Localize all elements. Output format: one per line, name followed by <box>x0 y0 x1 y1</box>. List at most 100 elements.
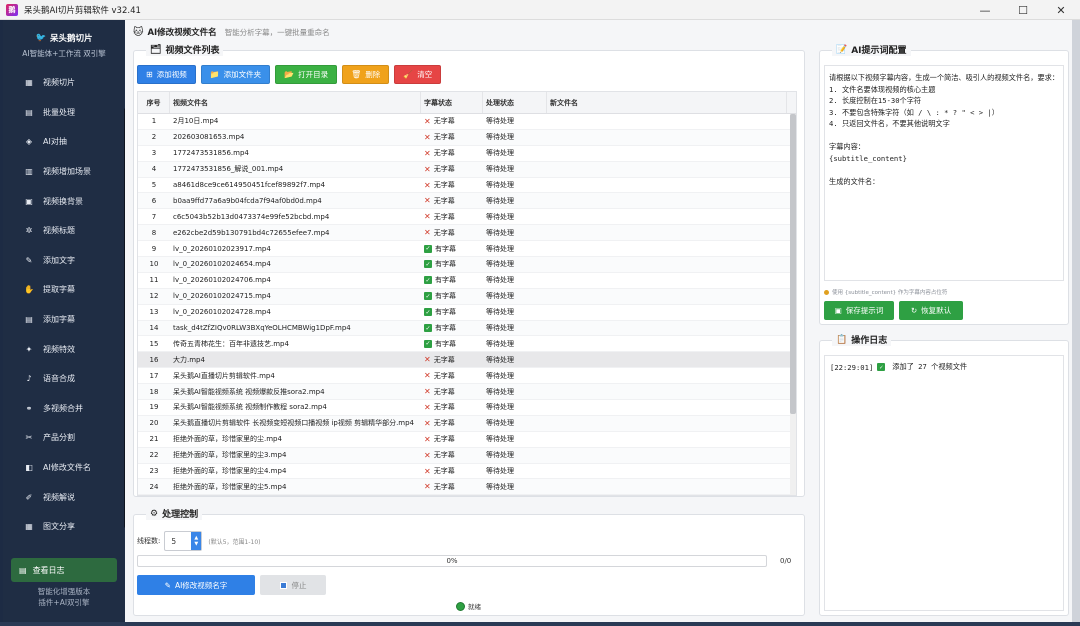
table-row[interactable]: 6 b0aa9ffd77a6a9b04fcda7f94af0bd0d.mp4 ✕ 无字… <box>138 193 796 210</box>
cross-icon: ✕ <box>424 402 431 412</box>
sidebar-item[interactable]: ♪ 语音合成 <box>3 364 125 394</box>
sidebar-item[interactable]: ▥ 视频增加场景 <box>3 157 125 187</box>
brand: 🐦 呆头鹅切片 AI智能体+工作流 双引擎 <box>3 20 125 62</box>
table-row[interactable]: 19 呆头鹅AI智能视频系统 视频制作教程 sora2.mp4 ✕ 无字幕 等待处理 <box>138 400 796 416</box>
add-folder-button[interactable]: 📁 添加文件夹 <box>200 65 271 84</box>
cross-icon: ✕ <box>424 387 431 397</box>
table-row[interactable]: 14 task_d4tZfZIQv0RLW3BXqYeOLHCMBWig1DpF.… <box>138 320 796 337</box>
delete-button[interactable]: 🗑 删除 <box>342 65 390 84</box>
table-row[interactable]: 1 2月10日.mp4 ✕ 无字幕 等待处理 <box>138 114 796 130</box>
maximize-icon[interactable]: ☐ <box>1004 0 1042 20</box>
sidebar-item[interactable]: ✐ 视频解说 <box>3 482 125 512</box>
close-icon[interactable]: ✕ <box>1042 0 1080 20</box>
table-row[interactable]: 22 拒绝外面的草，珍惜家里的尘3.mp4 ✕ 无字幕 等待处理 <box>138 447 796 464</box>
row-subtitle-status: ✕ 无字幕 <box>421 209 483 224</box>
row-process-status: 等待处理 <box>486 149 514 158</box>
open-directory-button[interactable]: 📂 打开目录 <box>275 65 338 84</box>
table-row[interactable]: 4 1772473531856_解说_001.mp4 ✕ 无字幕 等待处理 <box>138 161 796 178</box>
table-scrollbar-thumb[interactable] <box>790 114 796 414</box>
sidebar-item[interactable]: ✂ 产品分割 <box>3 423 125 453</box>
sidebar-item[interactable]: ▤ 添加字幕 <box>3 305 125 335</box>
row-process-status: 等待处理 <box>486 355 514 364</box>
table-row[interactable]: 3 1772473531856.mp4 ✕ 无字幕 等待处理 <box>138 146 796 162</box>
table-row[interactable]: 5 a8461d8ce9ce614950451fcef89892f7.mp4 ✕ 无字… <box>138 178 796 194</box>
table-row[interactable]: 15 传奇五青柿花生：百年非遗技艺.mp4 ✓ 有字幕 等待处理 <box>138 336 796 353</box>
hand-icon: ✋ <box>24 285 34 295</box>
col-filename[interactable]: 视频文件名 <box>170 92 421 113</box>
table-row[interactable]: 10 lv_0_20260102024654.mp4 ✓ 有字幕 等待处理 <box>138 257 796 273</box>
table-row[interactable]: 12 lv_0_20260102024715.mp4 ✓ 有字幕 等待处理 <box>138 288 796 305</box>
cross-icon: ✕ <box>424 418 431 428</box>
table-row[interactable]: 16 大力.mp4 ✕ 无字幕 等待处理 <box>138 352 796 369</box>
reset-default-button[interactable]: ↻ 恢复默认 <box>899 301 963 320</box>
row-index: 1 <box>151 117 157 126</box>
table-row[interactable]: 20 呆头鹅直播切片剪辑软件 长视频变短视频口播视频 ip视频 剪辑精华部分.mp… <box>138 415 796 432</box>
sidebar-item[interactable]: ✋ 提取字幕 <box>3 275 125 305</box>
row-filename: 拒绝外面的草，珍惜家里的尘.mp4 <box>173 435 282 444</box>
sidebar-item[interactable]: ▣ 视频换背景 <box>3 186 125 216</box>
taskbar-strip <box>0 622 1080 626</box>
stop-button[interactable]: 停止 <box>260 575 326 595</box>
row-subtitle-status: ✕ 无字幕 <box>421 448 483 463</box>
row-process-status: 等待处理 <box>486 387 514 396</box>
clear-button[interactable]: 🧹 清空 <box>394 65 442 84</box>
col-process-status[interactable]: 处理状态 <box>483 92 547 113</box>
save-prompt-button[interactable]: ▣ 保存提示词 <box>824 301 894 320</box>
sidebar-item[interactable]: ✦ 视频特效 <box>3 334 125 364</box>
view-log-button[interactable]: ▤ 查看日志 <box>11 558 117 582</box>
sidebar-item[interactable]: ◈ AI对抽 <box>3 127 125 157</box>
sidebar-item[interactable]: ✲ 视频标题 <box>3 216 125 246</box>
table-row[interactable]: 18 呆头鹅AI智能视频系统 视频爆款反推sora2.mp4 ✕ 无字幕 等待处理 <box>138 384 796 401</box>
table-row[interactable]: 23 拒绝外面的草，珍惜家里的尘4.mp4 ✕ 无字幕 等待处理 <box>138 464 796 480</box>
table-row[interactable]: 9 lv_0_20260102023917.mp4 ✓ 有字幕 等待处理 <box>138 241 796 258</box>
minimize-icon[interactable]: — <box>966 0 1004 20</box>
sidebar-item[interactable]: ⚭ 多视频合并 <box>3 394 125 424</box>
add-video-button[interactable]: ⊞ 添加视频 <box>137 65 196 84</box>
sidebar-item[interactable]: ▤ 批量处理 <box>3 98 125 128</box>
sidebar-footer: 智能化增强版本 插件+AI双引擎 <box>3 586 125 608</box>
table-row[interactable]: 24 拒绝外面的草，珍惜家里的尘5.mp4 ✕ 无字幕 等待处理 <box>138 479 796 495</box>
status-indicator: 就绪 <box>456 601 481 611</box>
row-subtitle-status: ✕ 无字幕 <box>421 464 483 479</box>
sidebar-item[interactable]: ◧ AI修改文件名 <box>3 453 125 483</box>
row-process-status: 等待处理 <box>486 324 514 333</box>
table-row[interactable]: 21 拒绝外面的草，珍惜家里的尘.mp4 ✕ 无字幕 等待处理 <box>138 432 796 448</box>
scene-icon: ▥ <box>25 167 33 177</box>
table-row[interactable]: 7 c6c5043b52b13d0473374e99fe52bcbd.mp4 ✕ 无字… <box>138 209 796 226</box>
table-row[interactable]: 13 lv_0_20260102024728.mp4 ✓ 有字幕 等待处理 <box>138 305 796 321</box>
subtitle-status-text: 无字幕 <box>433 419 455 428</box>
row-filename: 传奇五青柿花生：百年非遗技艺.mp4 <box>173 339 289 348</box>
col-subtitle-status[interactable]: 字幕状态 <box>421 92 483 113</box>
ai-rename-button[interactable]: ✎ AI修改视频名字 <box>137 575 255 595</box>
sidebar-item[interactable]: ▦ 视频切片 <box>3 68 125 98</box>
row-new-filename <box>547 321 787 336</box>
memo-icon: 📝 <box>836 44 848 55</box>
log-icon: ▤ <box>19 565 27 575</box>
sidebar-item-label: 视频解说 <box>43 492 75 502</box>
col-index[interactable]: 序号 <box>138 92 170 113</box>
row-new-filename <box>547 352 787 367</box>
table-row[interactable]: 2 202603081653.mp4 ✕ 无字幕 等待处理 <box>138 129 796 146</box>
sidebar-item[interactable]: ▦ 图文分享 <box>3 512 125 542</box>
subtitle-status-text: 无字幕 <box>433 371 455 380</box>
col-new-filename[interactable]: 新文件名 <box>547 92 787 113</box>
sidebar: 🐦 呆头鹅切片 AI智能体+工作流 双引擎 ▦ 视频切片 ▤ 批量处理 ◈ AI对抽 ▥ 视频… <box>3 20 128 622</box>
row-process-status: 等待处理 <box>486 244 514 253</box>
threads-stepper[interactable]: 5 ▲ ▼ <box>164 531 203 551</box>
row-filename: 大力.mp4 <box>173 355 205 364</box>
row-filename: lv_0_20260102023917.mp4 <box>173 244 271 253</box>
sidebar-item[interactable]: ✎ 添加文字 <box>3 246 125 276</box>
stepper-arrows-icon[interactable]: ▲ ▼ <box>191 532 202 550</box>
subtitle-status-text: 无字幕 <box>433 387 455 396</box>
table-row[interactable]: 8 e262cbe2d59b130791bd4c72655efee7.mp4 ✕ 无字… <box>138 225 796 242</box>
table-row[interactable]: 11 lv_0_20260102024706.mp4 ✓ 有字幕 等待处理 <box>138 273 796 289</box>
row-process-status: 等待处理 <box>486 196 514 205</box>
row-subtitle-status: ✕ 无字幕 <box>421 368 483 383</box>
table-row[interactable]: 17 呆头鹅AI直播切片剪辑软件.mp4 ✕ 无字幕 等待处理 <box>138 368 796 385</box>
row-subtitle-status: ✕ 无字幕 <box>421 178 483 193</box>
prompt-textarea[interactable]: 请根据以下视频字幕内容，生成一个简洁、吸引人的视频文件名，要求： 1. 文件名要… <box>824 65 1064 281</box>
row-index: 9 <box>151 244 157 253</box>
sidebar-item-label: 图文分享 <box>43 522 75 532</box>
mic-icon: ♪ <box>26 374 32 384</box>
stop-icon <box>279 581 287 589</box>
